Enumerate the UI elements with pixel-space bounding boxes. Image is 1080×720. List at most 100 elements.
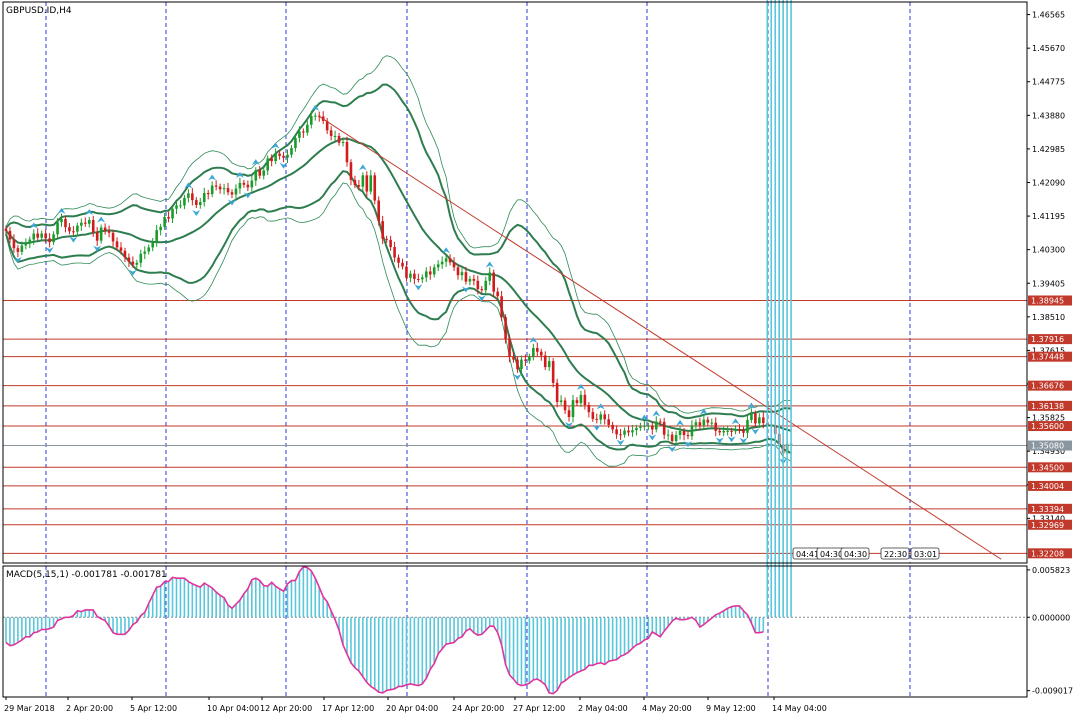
candle-body [111,232,115,242]
candle-body [218,186,222,190]
y-tick-label: 1.44775 [1032,78,1065,87]
candle-body [40,233,43,238]
candle-body [278,153,281,156]
candle-body [163,217,166,227]
candle-body [270,158,273,162]
candle-body [440,261,444,265]
candle-body [524,359,527,361]
candle-body [143,251,147,254]
candle-body [103,227,107,231]
price-level-label: 1.32208 [1031,549,1064,558]
candle-body [306,124,309,133]
price-chart[interactable]: 1.46565 1.45670 1.44775 1.43880 1.42985 1.420… [0,0,1080,720]
candle-body [44,233,47,239]
candle-body [500,296,503,318]
candle-body [627,430,630,433]
candle-body [702,419,706,426]
candle-body [476,280,480,290]
candle-body [678,430,682,436]
candle-body [726,430,729,432]
candle-body [746,420,749,433]
candle-body [72,231,75,233]
candle-body [36,233,40,238]
candle-body [662,421,666,435]
candle-body [202,193,206,203]
y-tick-label: 1.45670 [1032,44,1065,53]
candle-body [623,430,626,435]
candle-body [365,175,369,192]
candle-body [647,425,650,427]
candle-body [682,430,686,436]
candle-body [155,230,158,243]
candle-body [520,359,523,369]
x-tick-label: 20 Apr 04:00 [386,704,438,713]
macd-title: MACD(5,15,1) -0.001781 -0.001781 [6,570,167,580]
price-level-label: 1.34004 [1031,482,1064,491]
candle-body [496,291,499,297]
candle-body [214,185,218,187]
candle-body [738,429,741,431]
candle-body [210,185,214,195]
price-level-label: 1.37916 [1031,335,1064,344]
candle-body [369,175,373,192]
candle-body [357,185,361,187]
candle-body [131,261,135,265]
price-level-label: 1.37448 [1031,353,1064,362]
x-tick-label: 17 Apr 12:00 [322,704,374,713]
candle-body [337,135,341,143]
candle-body [377,200,381,222]
candle-body [488,272,492,281]
candle-body [456,267,460,276]
candle-body [698,422,702,426]
candle-body [575,400,579,404]
candle-body [24,243,28,246]
candle-body [183,197,186,206]
time-box-label: 04:30 [820,550,843,559]
time-box-label: 04:41 [796,550,819,559]
candle-body [460,272,464,276]
x-tick-label: 27 Apr 12:00 [513,704,565,713]
candle-body [436,264,440,268]
y-tick-label: 1.46565 [1032,11,1065,20]
x-tick-label: 29 Mar 2018 [4,704,55,713]
time-box-label: 04:30 [844,550,867,559]
candle-body [123,250,127,258]
candle-body [452,262,456,268]
candle-body [631,430,634,433]
candle-body [424,271,428,278]
price-level-label: 1.33394 [1031,505,1064,514]
candle-body [302,131,305,133]
candle-body [742,429,745,433]
candle-body [547,361,551,368]
candle-body [591,412,595,419]
candle-body [175,205,178,209]
x-tick-label: 9 May 12:00 [706,704,756,713]
candle-body [52,234,55,243]
candle-body [119,247,123,251]
x-tick-label: 14 May 04:00 [772,704,827,713]
price-level-label: 1.35080 [1031,442,1064,451]
candle-body [603,414,607,420]
candle-body [345,141,349,163]
candle-body [635,427,638,431]
candle-body [611,424,614,430]
candle-body [670,434,674,442]
macd-y-tick-label: 0.005823 [1032,566,1070,575]
price-level-label: 1.35600 [1031,422,1064,431]
candle-body [432,267,436,275]
chart-window[interactable]: 1.46565 1.45670 1.44775 1.43880 1.42985 1.420… [0,0,1080,720]
candle-body [254,170,258,181]
candle-body [543,355,547,368]
candle-body [298,131,301,138]
candle-body [674,435,678,442]
candle-body [484,280,488,291]
price-level-label: 1.38945 [1031,297,1064,306]
candle-body [222,188,226,190]
candle-body [179,205,182,207]
y-tick-label: 1.40300 [1032,246,1065,255]
x-tick-label: 2 Apr 20:00 [66,704,113,713]
candle-body [658,421,662,423]
candle-body [690,425,694,437]
candle-body [650,425,654,430]
candle-body [421,277,424,280]
